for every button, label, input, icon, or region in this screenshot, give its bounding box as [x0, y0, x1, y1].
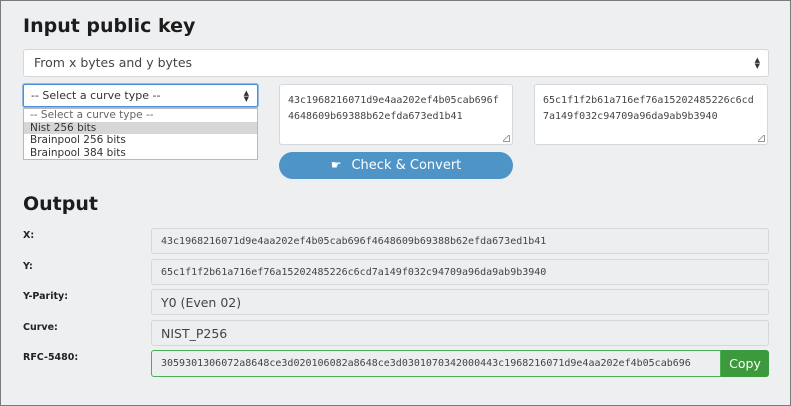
page-frame: Input public key From x bytes and y byte…: [0, 0, 791, 406]
y-bytes-textarea[interactable]: 65c1f1f2b61a716ef76a15202485226c6cd7a149…: [534, 84, 768, 145]
x-bytes-value: 43c1968216071d9e4aa202ef4b05cab696f46486…: [288, 95, 499, 122]
curve-option-nist-256[interactable]: Nist 256 bits: [24, 121, 257, 135]
output-x-label: X:: [23, 230, 35, 241]
resize-handle-icon[interactable]: [503, 135, 510, 142]
output-curve-label: Curve:: [23, 322, 58, 333]
output-section-title: Output: [23, 193, 98, 215]
pointing-hand-icon: ☛: [330, 158, 342, 172]
updown-arrows-icon: ▲ ▼: [754, 56, 760, 70]
curve-type-select[interactable]: -- Select a curve type -- ▲ ▼: [23, 84, 258, 107]
copy-button[interactable]: Copy: [721, 350, 769, 377]
curve-option-brainpool-384[interactable]: Brainpool 384 bits: [24, 147, 257, 160]
curve-option-placeholder[interactable]: -- Select a curve type --: [24, 109, 257, 122]
output-curve-field[interactable]: NIST_P256: [151, 320, 769, 346]
check-convert-button[interactable]: ☛ Check & Convert: [279, 152, 513, 179]
output-y-parity-field[interactable]: Y0 (Even 02): [151, 289, 769, 315]
x-bytes-textarea[interactable]: 43c1968216071d9e4aa202ef4b05cab696f46486…: [279, 84, 513, 145]
curve-type-dropdown: -- Select a curve type -- Nist 256 bits …: [23, 108, 258, 160]
output-y-parity-label: Y-Parity:: [23, 291, 69, 302]
updown-arrows-icon: ▲ ▼: [243, 88, 249, 103]
output-rfc-field[interactable]: 3059301306072a8648ce3d020106082a8648ce3d…: [151, 350, 721, 377]
y-bytes-value: 65c1f1f2b61a716ef76a15202485226c6cd7a149…: [543, 95, 754, 122]
output-x-field[interactable]: 43c1968216071d9e4aa202ef4b05cab696f46486…: [151, 228, 769, 254]
output-y-label: Y:: [23, 261, 33, 272]
check-convert-label: Check & Convert: [351, 158, 462, 173]
input-section-title: Input public key: [23, 15, 196, 37]
source-format-value: From x bytes and y bytes: [34, 55, 193, 70]
output-y-field[interactable]: 65c1f1f2b61a716ef76a15202485226c6cd7a149…: [151, 259, 769, 285]
curve-type-value: -- Select a curve type --: [31, 89, 161, 102]
output-rfc-label: RFC-5480:: [23, 352, 79, 363]
curve-option-brainpool-256[interactable]: Brainpool 256 bits: [24, 134, 257, 147]
resize-handle-icon[interactable]: [758, 135, 765, 142]
source-format-select[interactable]: From x bytes and y bytes ▲ ▼: [23, 49, 769, 77]
